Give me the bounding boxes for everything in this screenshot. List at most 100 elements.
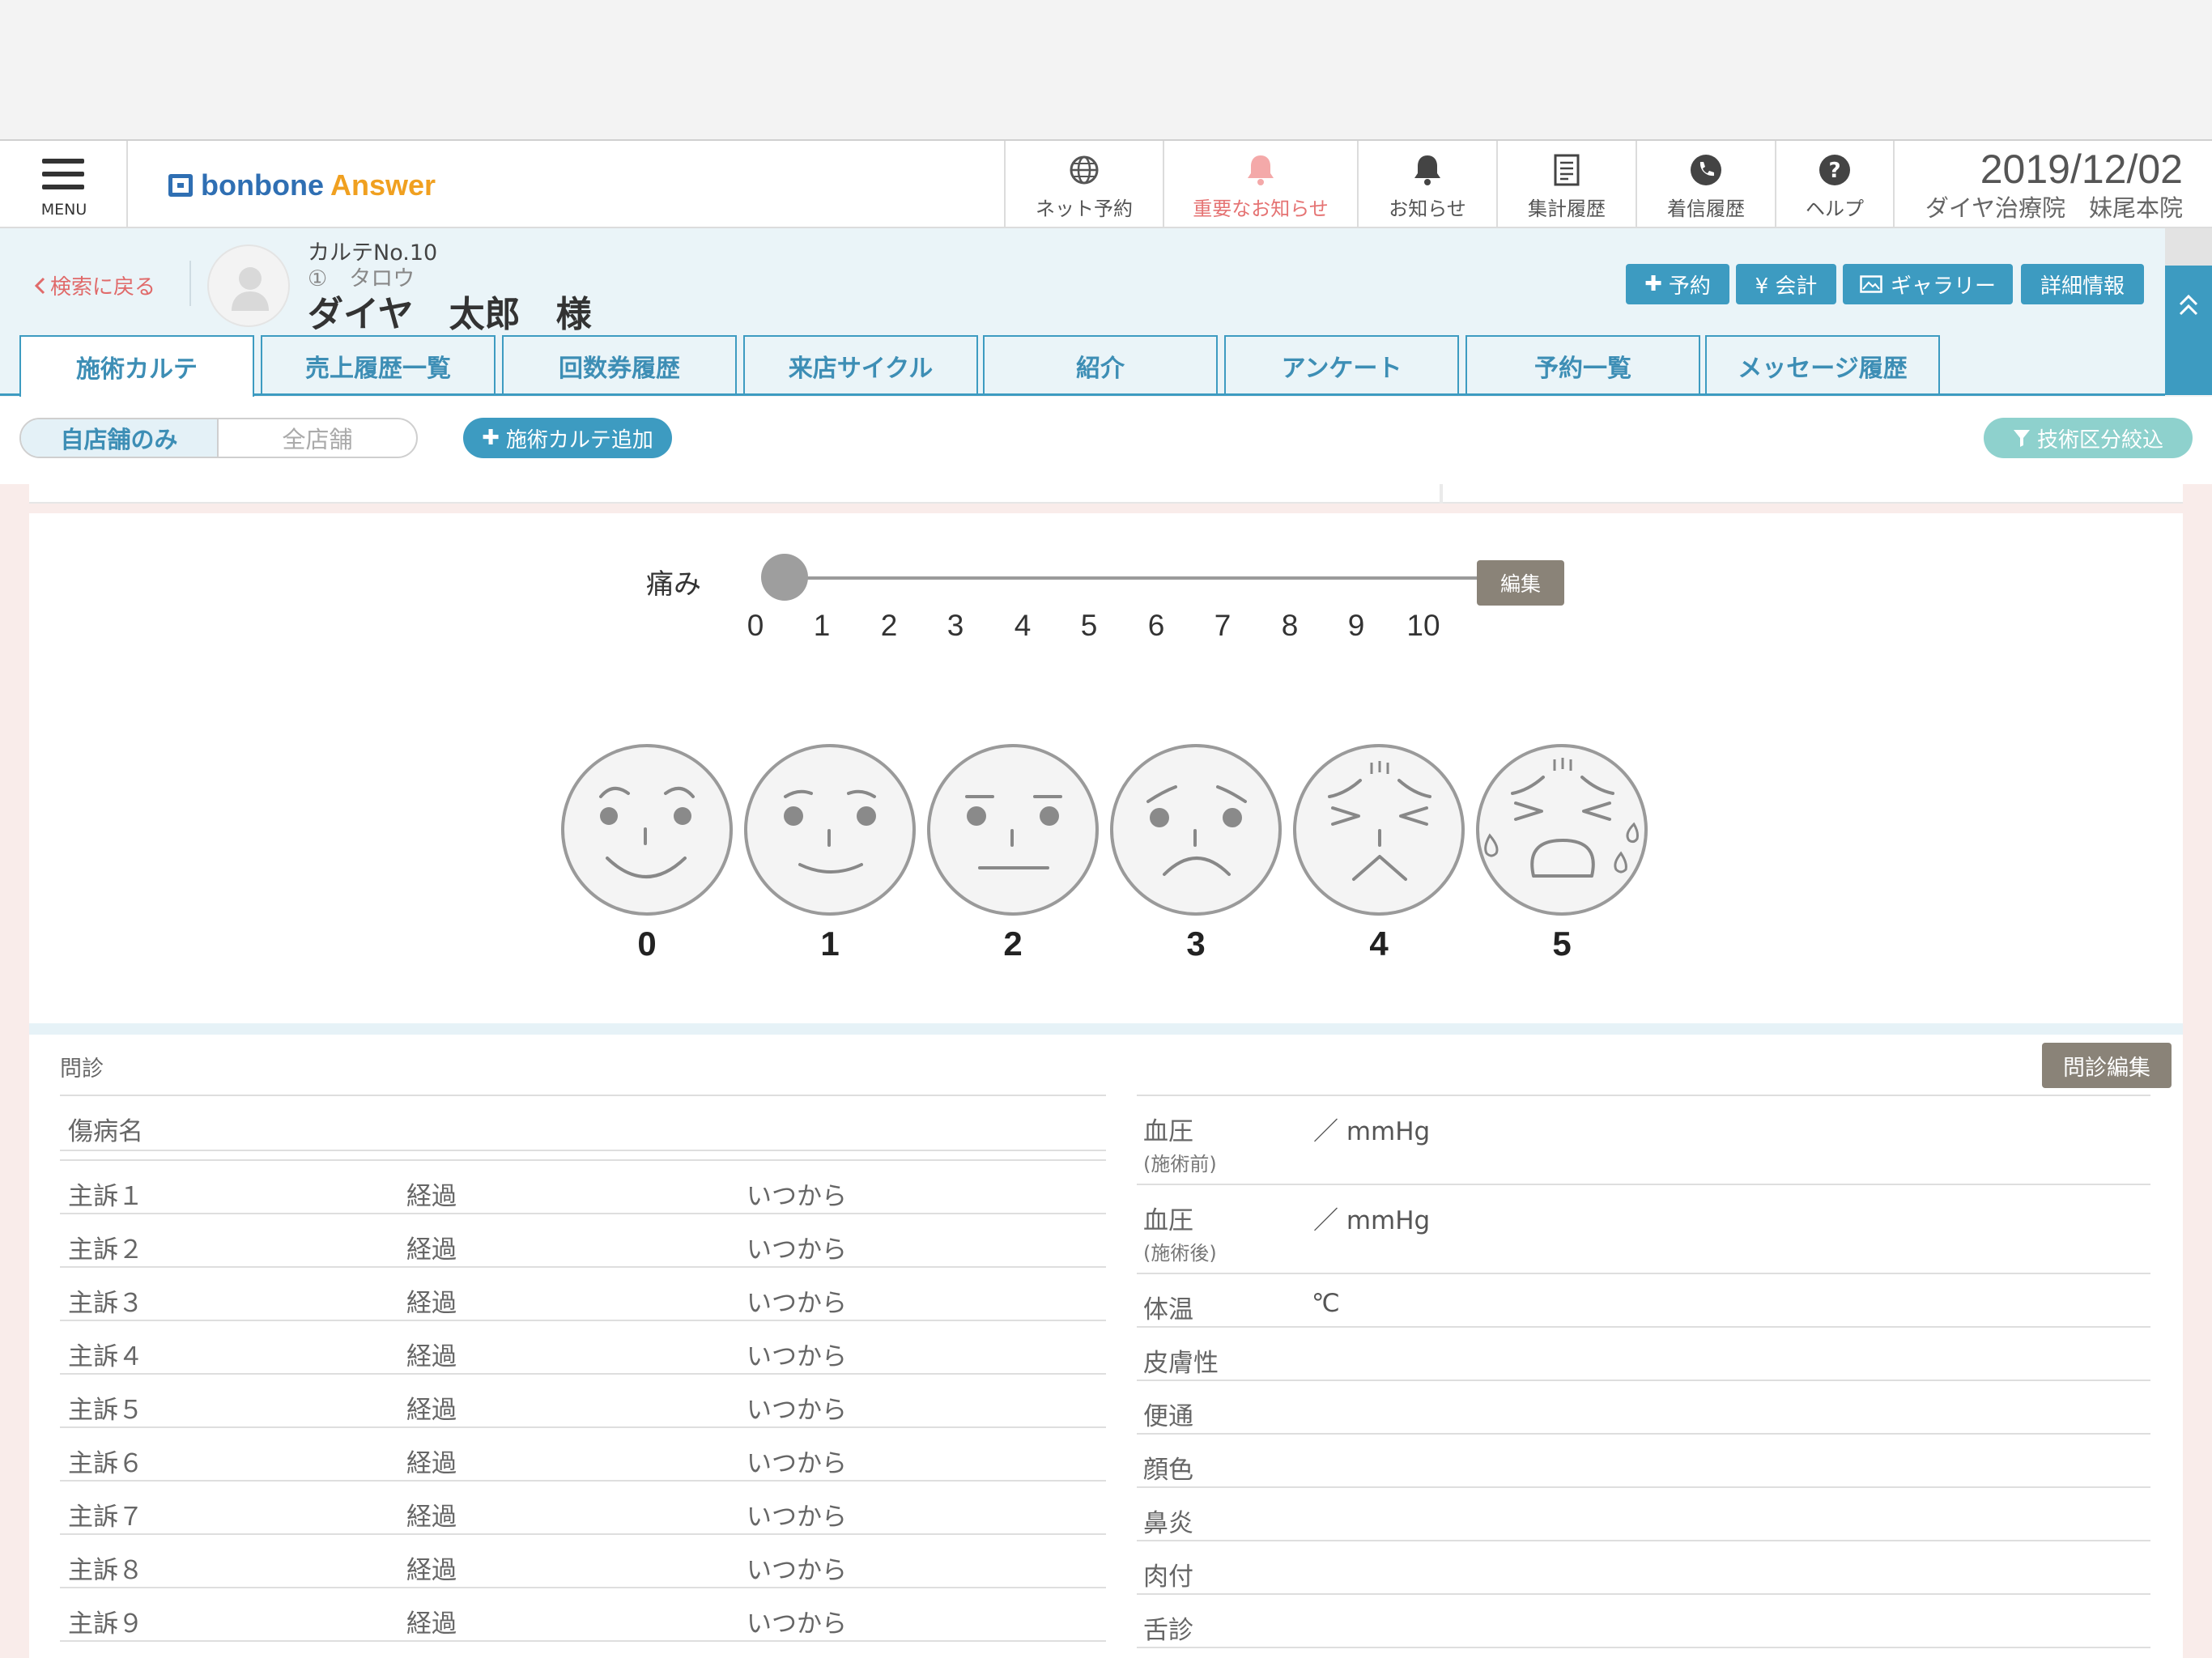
- divider: [60, 1266, 1106, 1268]
- bell-alert-icon: [1248, 155, 1274, 185]
- filter-bar: 自店舗のみ 全店舗 ✚ 施術カルテ追加 技術区分絞込: [0, 397, 2212, 484]
- tick-label: 1: [813, 609, 831, 642]
- divider: [60, 1213, 1106, 1214]
- face-number: 5: [1552, 925, 1572, 963]
- temperature-value: ℃: [1312, 1289, 1340, 1318]
- complaint-label: 主訴６: [68, 1449, 143, 1478]
- collapse-button[interactable]: [2165, 266, 2212, 395]
- complaint-progress: 経過: [406, 1556, 457, 1585]
- accounting-button[interactable]: ¥ 会計: [1736, 264, 1836, 304]
- chevron-left-icon: [34, 277, 45, 294]
- back-to-search-link[interactable]: 検索に戻る: [32, 270, 155, 300]
- divider: [60, 1533, 1106, 1535]
- divider: [1137, 1433, 2150, 1435]
- back-label: 検索に戻る: [50, 275, 156, 300]
- tab-bar: 施術カルテ 売上履歴一覧 回数券履歴 来店サイクル 紹介 アンケート 予約一覧 …: [0, 335, 2165, 397]
- app-logo[interactable]: bonbone Answer: [168, 165, 436, 206]
- nav-summary-history[interactable]: 集計履歴: [1496, 141, 1636, 228]
- complaint-progress: 経過: [406, 1503, 457, 1532]
- reserve-label: 予約: [1668, 274, 1711, 299]
- nav-net-reservation[interactable]: ネット予約: [1004, 141, 1163, 228]
- tongue-label: 舌診: [1143, 1616, 1193, 1645]
- tab-reservation-list[interactable]: 予約一覧: [1465, 335, 1700, 395]
- divider: [60, 1320, 1106, 1321]
- nav-label: お知らせ: [1389, 198, 1466, 220]
- tick-label: 7: [1214, 609, 1231, 642]
- tab-message-history[interactable]: メッセージ履歴: [1705, 335, 1940, 395]
- divider: [60, 1480, 1106, 1482]
- own-store-option[interactable]: 自店舗のみ: [21, 419, 219, 457]
- nav-label: ヘルプ: [1806, 198, 1864, 220]
- complaint-since: いつから: [747, 1609, 847, 1639]
- tab-sales-history[interactable]: 売上履歴一覧: [261, 335, 496, 395]
- face-3-icon: [1110, 744, 1282, 916]
- divider: [1137, 1380, 2150, 1381]
- complaint-label: 主訴４: [68, 1342, 143, 1371]
- bp-before-label: 血圧: [1143, 1117, 1193, 1146]
- divider: [60, 1426, 1106, 1428]
- hamburger-line: [42, 172, 84, 176]
- tab-visit-cycle[interactable]: 来店サイクル: [743, 335, 978, 395]
- pain-slider-track[interactable]: [782, 576, 1478, 580]
- complaint-progress: 経過: [406, 1609, 457, 1639]
- nav-label: 着信履歴: [1667, 198, 1745, 220]
- complaint-progress: 経過: [406, 1449, 457, 1478]
- gallery-label: ギャラリー: [1890, 274, 1996, 299]
- plus-icon: ✚: [482, 426, 500, 450]
- nav-notice[interactable]: お知らせ: [1357, 141, 1496, 228]
- tech-category-filter-button[interactable]: 技術区分絞込: [1984, 418, 2193, 458]
- patient-name: ダイヤ 太郎 様: [308, 294, 592, 335]
- divider: [1137, 1540, 2150, 1541]
- plus-icon: ✚: [1644, 272, 1662, 296]
- nav-help[interactable]: ? ヘルプ: [1775, 141, 1893, 228]
- logo-text-answer: Answer: [330, 168, 436, 202]
- complaint-progress: 経過: [406, 1396, 457, 1425]
- pain-edit-button[interactable]: 編集: [1477, 560, 1564, 606]
- pain-slider-handle[interactable]: [761, 554, 808, 601]
- menu-button[interactable]: MENU: [0, 141, 128, 228]
- nav-label: 重要なお知らせ: [1193, 198, 1329, 220]
- complaint-since: いつから: [747, 1182, 847, 1211]
- date-clinic-box: 2019/12/02 ダイヤ治療院 妹尾本院: [1893, 141, 2212, 228]
- tab-survey[interactable]: アンケート: [1224, 335, 1459, 395]
- details-button[interactable]: 詳細情報: [2021, 264, 2144, 304]
- menu-label: MENU: [40, 201, 87, 219]
- phone-icon: [1691, 155, 1721, 185]
- document-icon: [1554, 154, 1580, 186]
- all-stores-option[interactable]: 全店舗: [219, 419, 416, 457]
- tab-referral[interactable]: 紹介: [983, 335, 1218, 395]
- divider: [60, 1095, 1106, 1096]
- add-treatment-karte-button[interactable]: ✚ 施術カルテ追加: [463, 418, 672, 458]
- filter-icon: [2013, 430, 2030, 447]
- tab-coupon-history[interactable]: 回数券履歴: [502, 335, 737, 395]
- store-scope-toggle: 自店舗のみ 全店舗: [19, 418, 418, 458]
- avatar: [207, 244, 290, 327]
- interview-card: 問診 問診編集 傷病名 主訴１ 経過 いつから 主訴２ 経過 いつから 主訴３ …: [29, 1035, 2183, 1658]
- tick-label: 5: [1080, 609, 1098, 642]
- face-number: 2: [1003, 925, 1023, 963]
- divider: [60, 1373, 1106, 1375]
- tab-treatment-karte[interactable]: 施術カルテ: [19, 335, 254, 397]
- complexion-label: 顔色: [1143, 1456, 1193, 1485]
- clinic-name: ダイヤ治療院 妹尾本院: [1925, 194, 2183, 222]
- interview-edit-button[interactable]: 問診編集: [2042, 1043, 2172, 1088]
- hamburger-line: [42, 185, 84, 189]
- bp-before-sub: (施術前): [1143, 1153, 1217, 1175]
- pain-scale-card: 痛み 0 1 2 3 4 5 6 7 8 9 10 編集 0 1 2 3 4 5: [29, 513, 2183, 1023]
- complaint-progress: 経過: [406, 1289, 457, 1318]
- complaint-since: いつから: [747, 1396, 847, 1425]
- nav-call-history[interactable]: 着信履歴: [1636, 141, 1775, 228]
- nav-important-notice[interactable]: 重要なお知らせ: [1163, 141, 1357, 228]
- tick-label: 6: [1147, 609, 1165, 642]
- divider: [1137, 1095, 2150, 1096]
- double-chevron-up-icon: [2179, 294, 2198, 316]
- complaint-label: 主訴２: [68, 1235, 143, 1265]
- face-number: 4: [1369, 925, 1389, 963]
- gallery-button[interactable]: ギャラリー: [1843, 264, 2013, 304]
- complaint-since: いつから: [747, 1449, 847, 1478]
- user-silhouette-icon: [232, 267, 269, 311]
- reserve-button[interactable]: ✚ 予約: [1626, 264, 1729, 304]
- divider: [1440, 484, 1443, 504]
- tick-label: 2: [880, 609, 898, 642]
- complaint-label: 主訴３: [68, 1289, 143, 1318]
